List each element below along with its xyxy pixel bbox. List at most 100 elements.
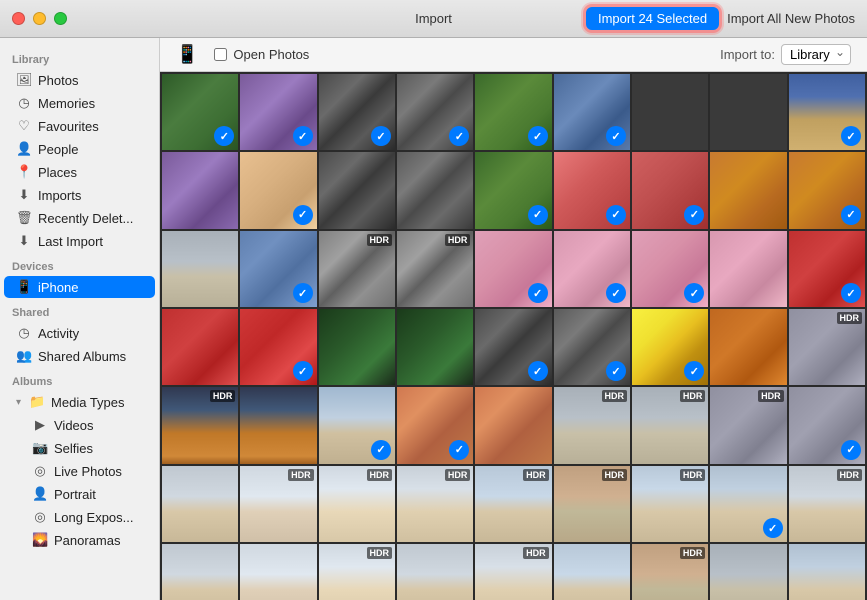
photo-cell[interactable]	[162, 544, 238, 600]
photo-cell[interactable]: ✓	[632, 309, 708, 385]
photo-check-indicator: ✓	[371, 126, 391, 146]
photo-cell[interactable]: ✓	[789, 387, 865, 463]
photo-cell[interactable]: ✓	[710, 466, 786, 542]
photo-cell[interactable]: HDR	[397, 231, 473, 307]
photo-cell[interactable]: HDR	[632, 544, 708, 600]
sidebar-item-iphone[interactable]: 📱 iPhone	[4, 276, 155, 298]
sidebar-item-activity[interactable]: ◷ Activity	[4, 322, 155, 344]
photo-cell[interactable]: HDR	[789, 466, 865, 542]
import-all-button[interactable]: Import All New Photos	[727, 11, 855, 26]
photo-cell[interactable]: ✓	[397, 74, 473, 150]
photo-cell[interactable]: ✓	[475, 152, 551, 228]
photo-cell[interactable]	[162, 152, 238, 228]
photo-thumbnail	[632, 74, 708, 150]
photo-cell[interactable]: ✓	[554, 74, 630, 150]
photo-cell[interactable]	[397, 544, 473, 600]
window-title: Import	[415, 11, 452, 26]
photo-cell[interactable]: ✓	[554, 152, 630, 228]
photo-cell[interactable]	[710, 74, 786, 150]
photo-cell[interactable]	[397, 152, 473, 228]
photo-cell[interactable]: ✓	[554, 231, 630, 307]
photo-cell[interactable]	[789, 544, 865, 600]
photo-cell[interactable]: HDR	[554, 466, 630, 542]
photo-thumbnail: HDR	[710, 387, 786, 463]
photo-cell[interactable]: HDR	[710, 387, 786, 463]
photo-cell[interactable]: ✓	[240, 231, 316, 307]
sidebar-item-imports[interactable]: ⬇ Imports	[4, 184, 155, 206]
sidebar-item-media-types[interactable]: ▾ 📁 Media Types	[4, 391, 155, 413]
sidebar-item-live-photos[interactable]: ◎ Live Photos	[4, 460, 155, 482]
media-types-icon: 📁	[29, 394, 45, 410]
sidebar-item-selfies[interactable]: 📷 Selfies	[4, 437, 155, 459]
photo-cell[interactable]	[162, 231, 238, 307]
photo-cell[interactable]: ✓	[475, 309, 551, 385]
photo-cell[interactable]: ✓	[475, 231, 551, 307]
photo-check-indicator: ✓	[684, 283, 704, 303]
photo-cell[interactable]: ✓	[789, 231, 865, 307]
sidebar-item-portrait[interactable]: 👤 Portrait	[4, 483, 155, 505]
photo-thumbnail: HDR	[162, 387, 238, 463]
photo-cell[interactable]: HDR	[397, 466, 473, 542]
photo-cell[interactable]: HDR	[319, 466, 395, 542]
photo-cell[interactable]: HDR	[632, 387, 708, 463]
sidebar-item-recently-deleted[interactable]: 🗑 Recently Delet...	[4, 207, 155, 229]
photo-cell[interactable]: HDR	[162, 387, 238, 463]
photo-cell[interactable]: ✓	[162, 74, 238, 150]
photo-cell[interactable]: HDR	[789, 309, 865, 385]
import-selected-button[interactable]: Import 24 Selected	[586, 7, 719, 30]
sidebar-item-long-exposure[interactable]: ◎ Long Expos...	[4, 506, 155, 528]
photo-cell[interactable]: ✓	[475, 74, 551, 150]
photo-thumbnail: ✓	[240, 152, 316, 228]
minimize-button[interactable]	[33, 12, 46, 25]
photo-cell[interactable]: HDR	[319, 231, 395, 307]
photo-cell[interactable]	[162, 466, 238, 542]
sidebar-item-panoramas[interactable]: 🌄 Panoramas	[4, 529, 155, 551]
sidebar-item-videos[interactable]: ▶ Videos	[4, 414, 155, 436]
photo-cell[interactable]	[710, 152, 786, 228]
photo-cell[interactable]: HDR	[632, 466, 708, 542]
photo-cell[interactable]: ✓	[789, 74, 865, 150]
open-photos-checkbox[interactable]	[214, 48, 227, 61]
photo-cell[interactable]: ✓	[240, 152, 316, 228]
photo-cell[interactable]: HDR	[554, 387, 630, 463]
photo-cell[interactable]: ✓	[554, 309, 630, 385]
sidebar-item-shared-albums[interactable]: 👥 Shared Albums	[4, 345, 155, 367]
photo-cell[interactable]	[710, 231, 786, 307]
close-button[interactable]	[12, 12, 25, 25]
photo-check-indicator: ✓	[684, 205, 704, 225]
photo-cell[interactable]	[475, 387, 551, 463]
photo-cell[interactable]	[397, 309, 473, 385]
sidebar-item-people[interactable]: 👤 People	[4, 138, 155, 160]
photo-cell[interactable]	[710, 309, 786, 385]
photo-cell[interactable]	[319, 309, 395, 385]
photo-cell[interactable]	[162, 309, 238, 385]
photo-cell[interactable]	[319, 152, 395, 228]
photo-cell[interactable]: HDR	[475, 466, 551, 542]
sidebar-item-memories[interactable]: ◷ Memories	[4, 92, 155, 114]
sidebar-item-last-import[interactable]: ⬇ Last Import	[4, 230, 155, 252]
photo-cell[interactable]: ✓	[397, 387, 473, 463]
photo-cell[interactable]: HDR	[319, 544, 395, 600]
photo-cell[interactable]: ✓	[632, 231, 708, 307]
maximize-button[interactable]	[54, 12, 67, 25]
photo-thumbnail: ✓	[475, 74, 551, 150]
photo-cell[interactable]: HDR	[475, 544, 551, 600]
photo-cell[interactable]	[710, 544, 786, 600]
import-to-select-wrapper[interactable]: Library Album	[781, 44, 851, 65]
photo-cell[interactable]: ✓	[789, 152, 865, 228]
photo-cell[interactable]: ✓	[240, 309, 316, 385]
photo-cell[interactable]: ✓	[632, 152, 708, 228]
albums-section-header: Albums	[0, 368, 159, 390]
sidebar-item-places[interactable]: 📍 Places	[4, 161, 155, 183]
photo-cell[interactable]: HDR	[240, 466, 316, 542]
photo-cell[interactable]: ✓	[240, 74, 316, 150]
photo-cell[interactable]	[554, 544, 630, 600]
sidebar-item-favourites[interactable]: ♡ Favourites	[4, 115, 155, 137]
photo-cell[interactable]: ✓	[319, 387, 395, 463]
photo-cell[interactable]	[240, 387, 316, 463]
import-to-select[interactable]: Library Album	[781, 44, 851, 65]
photo-cell[interactable]	[632, 74, 708, 150]
sidebar-item-photos[interactable]: 🖼 Photos	[4, 69, 155, 91]
photo-cell[interactable]: ✓	[319, 74, 395, 150]
photo-cell[interactable]	[240, 544, 316, 600]
